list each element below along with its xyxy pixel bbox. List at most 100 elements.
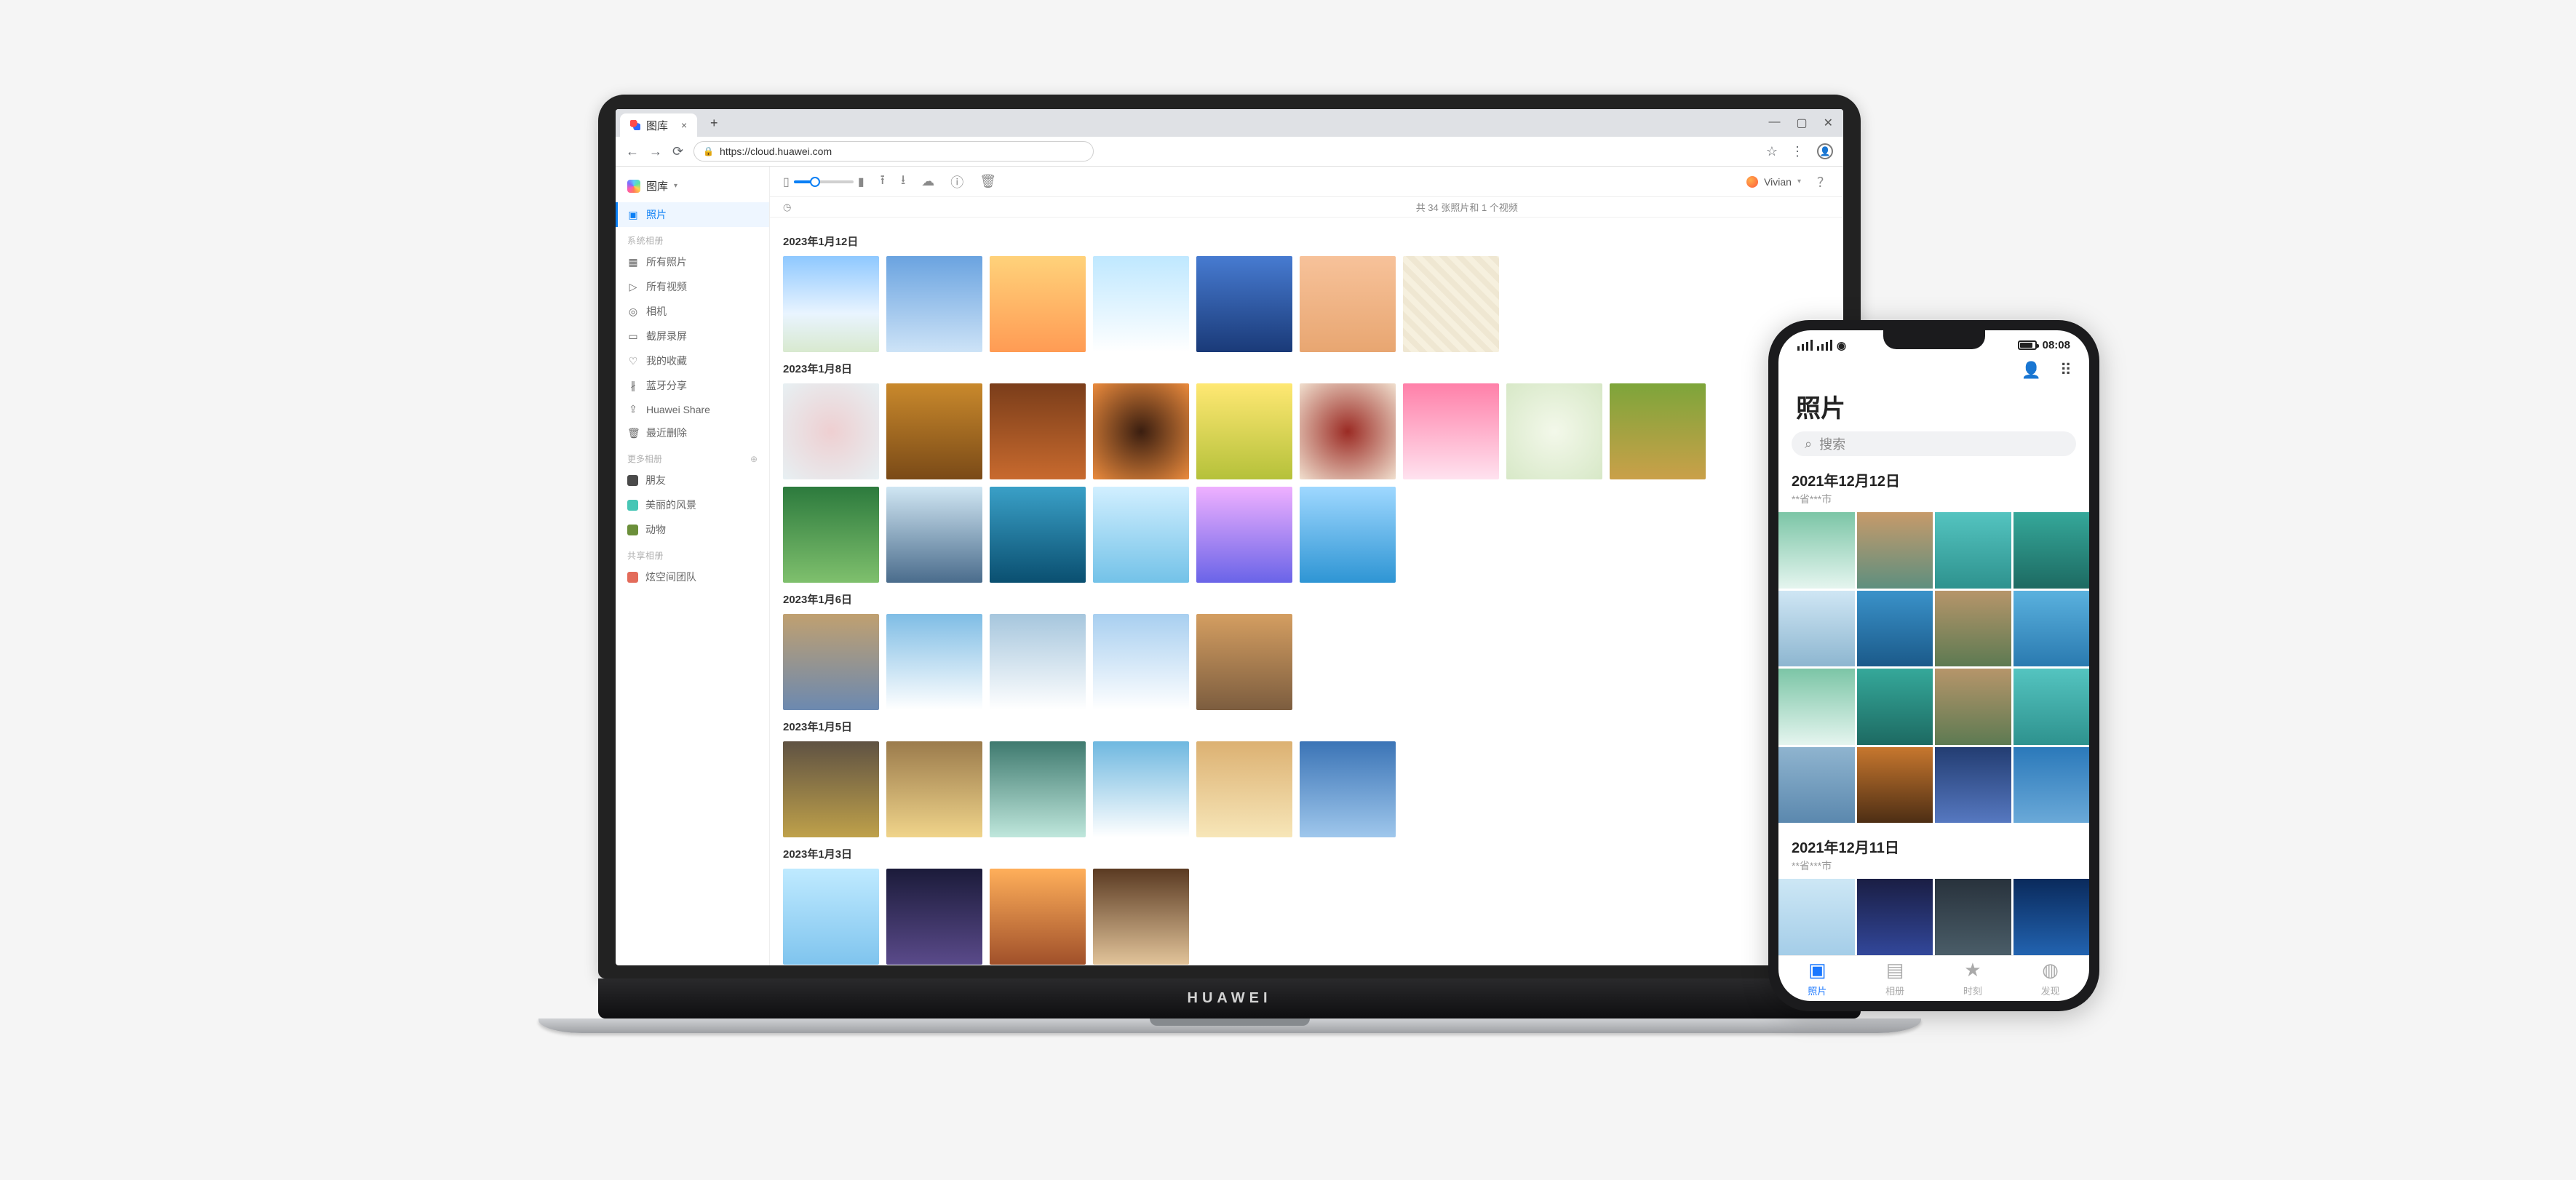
photo-thumbnail[interactable]: [1093, 383, 1189, 479]
nav-moments[interactable]: ★时刻: [1934, 956, 2012, 1001]
photo-thumbnail[interactable]: [1403, 256, 1499, 352]
photo-thumbnail[interactable]: [1610, 383, 1706, 479]
sidebar-item-animals[interactable]: 动物: [616, 517, 769, 542]
photo-thumbnail[interactable]: [1935, 669, 2011, 745]
photo-thumbnail[interactable]: [1196, 487, 1292, 583]
photo-thumbnail[interactable]: [2014, 747, 2090, 824]
add-album-icon[interactable]: ⊕: [750, 454, 758, 464]
sidebar-item-team[interactable]: 炫空间团队: [616, 565, 769, 589]
photo-thumbnail[interactable]: [783, 256, 879, 352]
sidebar-item-favorites[interactable]: ♡我的收藏: [616, 348, 769, 373]
photo-thumbnail[interactable]: [1196, 741, 1292, 837]
photo-thumbnail[interactable]: [1778, 669, 1855, 745]
sidebar-item-scenery[interactable]: 美丽的风景: [616, 493, 769, 517]
user-menu[interactable]: Vivian ▾: [1746, 176, 1801, 188]
photo-thumbnail[interactable]: [1093, 487, 1189, 583]
cloud-icon[interactable]: ☁: [921, 174, 934, 189]
photo-thumbnail[interactable]: [1857, 879, 1933, 955]
download-icon[interactable]: ⭳: [901, 171, 905, 193]
address-bar[interactable]: 🔒 https://cloud.huawei.com: [693, 141, 1094, 162]
nav-photos[interactable]: ▣照片: [1778, 956, 1856, 1001]
photo-thumbnail[interactable]: [1935, 747, 2011, 824]
back-icon[interactable]: ←: [626, 144, 639, 159]
photo-thumbnail[interactable]: [1300, 256, 1396, 352]
photo-thumbnail[interactable]: [783, 869, 879, 965]
photo-thumbnail[interactable]: [783, 487, 879, 583]
clock-icon[interactable]: ◷: [783, 202, 791, 213]
sidebar-item-friends[interactable]: 朋友: [616, 468, 769, 493]
photo-thumbnail[interactable]: [1857, 512, 1933, 589]
photo-thumbnail[interactable]: [1857, 591, 1933, 667]
photo-thumbnail[interactable]: [886, 869, 982, 965]
photo-thumbnail[interactable]: [990, 487, 1086, 583]
photo-thumbnail[interactable]: [1778, 879, 1855, 955]
photo-thumbnail[interactable]: [886, 741, 982, 837]
nav-albums[interactable]: ▤相册: [1856, 956, 1934, 1001]
person-icon[interactable]: ▯: [783, 175, 790, 189]
photo-thumbnail[interactable]: [1778, 591, 1855, 667]
sidebar-item-screenshots[interactable]: ▭截屏录屏: [616, 324, 769, 348]
more-grid-icon[interactable]: ⠿: [2060, 361, 2072, 380]
maximize-icon[interactable]: ▢: [1796, 116, 1807, 130]
photo-thumbnail[interactable]: [1093, 869, 1189, 965]
info-icon[interactable]: ⓘ: [950, 172, 963, 191]
photo-thumbnail[interactable]: [783, 614, 879, 710]
help-icon[interactable]: ？: [1817, 172, 1830, 191]
photo-thumbnail[interactable]: [2014, 669, 2090, 745]
photo-thumbnail[interactable]: [990, 741, 1086, 837]
nav-discover[interactable]: ◍发现: [2011, 956, 2089, 1001]
app-brand[interactable]: 图库 ▾: [616, 174, 769, 202]
photo-thumbnail[interactable]: [783, 383, 879, 479]
photo-thumbnail[interactable]: [886, 614, 982, 710]
minimize-icon[interactable]: —: [1768, 116, 1780, 130]
profile-icon[interactable]: 👤: [2021, 361, 2040, 380]
sidebar-item-trash[interactable]: 🗑最近删除: [616, 420, 769, 445]
photo-thumbnail[interactable]: [1935, 879, 2011, 955]
photo-thumbnail[interactable]: [1093, 741, 1189, 837]
sidebar-item-huawei-share[interactable]: ⇪Huawei Share: [616, 398, 769, 420]
sidebar-item-photos[interactable]: ▣ 照片: [616, 202, 769, 227]
close-window-icon[interactable]: ✕: [1824, 116, 1833, 130]
photo-thumbnail[interactable]: [1778, 747, 1855, 824]
new-tab-button[interactable]: +: [704, 113, 723, 132]
photo-grid-scroll[interactable]: 2023年1月12日 2023年1月8日: [770, 218, 1843, 965]
photo-thumbnail[interactable]: [1196, 614, 1292, 710]
photo-thumbnail[interactable]: [2014, 591, 2090, 667]
photo-thumbnail[interactable]: [1857, 669, 1933, 745]
sidebar-item-all-photos[interactable]: ▦所有照片: [616, 250, 769, 274]
upload-icon[interactable]: ⭱: [880, 171, 885, 193]
photo-thumbnail[interactable]: [1300, 383, 1396, 479]
photo-thumbnail[interactable]: [1300, 487, 1396, 583]
zoom-slider[interactable]: [794, 180, 854, 183]
reload-icon[interactable]: ⟳: [672, 144, 683, 159]
forward-icon[interactable]: →: [649, 144, 662, 159]
browser-tab[interactable]: 图库 ×: [620, 113, 697, 137]
photo-thumbnail[interactable]: [1093, 614, 1189, 710]
sidebar-item-bluetooth[interactable]: ∦蓝牙分享: [616, 373, 769, 398]
delete-icon[interactable]: 🗑: [979, 174, 996, 189]
photo-thumbnail[interactable]: [990, 383, 1086, 479]
close-tab-icon[interactable]: ×: [681, 119, 687, 131]
photo-thumbnail[interactable]: [2014, 512, 2090, 589]
phone-search-input[interactable]: ⌕ 搜索: [1792, 431, 2076, 457]
sidebar-item-camera[interactable]: ◎相机: [616, 299, 769, 324]
photo-thumbnail[interactable]: [2014, 879, 2090, 955]
photo-thumbnail[interactable]: [1196, 256, 1292, 352]
photo-thumbnail[interactable]: [1935, 512, 2011, 589]
photo-thumbnail[interactable]: [1506, 383, 1602, 479]
photo-thumbnail[interactable]: [990, 869, 1086, 965]
photo-thumbnail[interactable]: [1778, 512, 1855, 589]
bookmark-star-icon[interactable]: ☆: [1766, 144, 1778, 159]
photo-thumbnail[interactable]: [1300, 741, 1396, 837]
photo-thumbnail[interactable]: [1403, 383, 1499, 479]
photo-thumbnail[interactable]: [1093, 256, 1189, 352]
photo-thumbnail[interactable]: [886, 256, 982, 352]
photo-thumbnail[interactable]: [783, 741, 879, 837]
photo-thumbnail[interactable]: [886, 383, 982, 479]
photo-thumbnail[interactable]: [1935, 591, 2011, 667]
photo-thumbnail[interactable]: [1857, 747, 1933, 824]
photo-thumbnail[interactable]: [1196, 383, 1292, 479]
person-large-icon[interactable]: ▮: [858, 175, 864, 189]
browser-menu-icon[interactable]: ⋮: [1791, 144, 1804, 159]
browser-profile-icon[interactable]: 👤: [1817, 143, 1833, 159]
